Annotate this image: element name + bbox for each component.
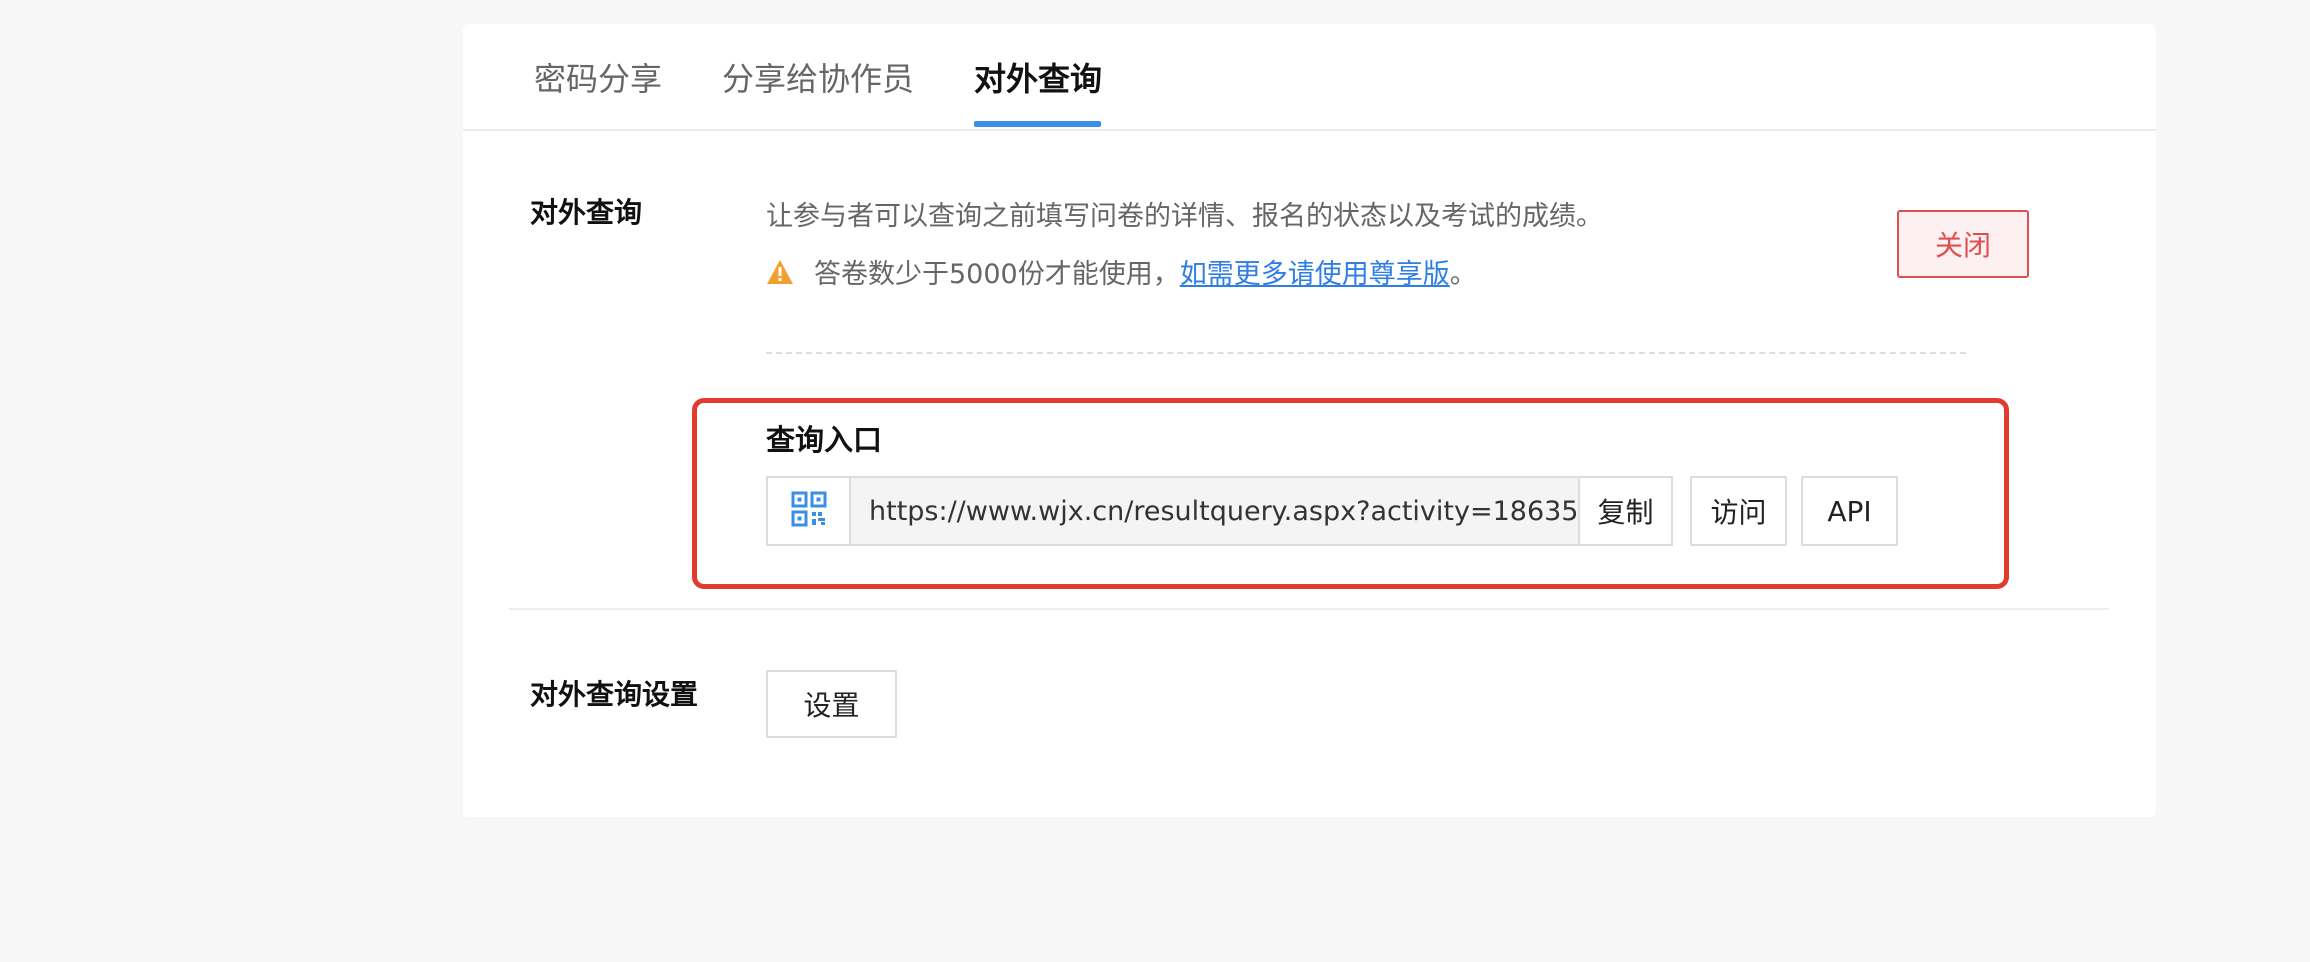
- copy-button[interactable]: 复制: [1578, 476, 1673, 546]
- upgrade-link[interactable]: 如需更多请使用尊享版: [1180, 252, 1450, 291]
- qr-code-icon: [791, 491, 827, 531]
- api-button[interactable]: API: [1801, 476, 1898, 546]
- warning-icon: [766, 259, 794, 285]
- settings-button[interactable]: 设置: [766, 670, 897, 738]
- external-query-title: 对外查询: [530, 196, 643, 229]
- query-entry-title: 查询入口: [766, 423, 883, 457]
- external-query-description: 让参与者可以查询之前填写问卷的详情、报名的状态以及考试的成绩。: [766, 201, 1603, 232]
- dashed-divider: [766, 352, 1966, 354]
- qr-code-button[interactable]: [766, 476, 851, 546]
- warning-tail: 。: [1449, 259, 1477, 290]
- warning-text: 答卷数少于5000份才能使用，: [814, 259, 1180, 290]
- tab-password-share[interactable]: 密码分享: [534, 54, 662, 129]
- share-card: 密码分享 分享给协作员 对外查询 对外查询 让参与者可以查询之前填写问卷的详情、…: [463, 24, 2156, 817]
- url-group: https://www.wjx.cn/resultquery.aspx?acti…: [766, 476, 1673, 546]
- warning-row: 答卷数少于5000份才能使用， 如需更多请使用尊享版 。: [766, 252, 1477, 291]
- tab-external-query[interactable]: 对外查询: [974, 54, 1102, 129]
- tab-bar: 密码分享 分享给协作员 对外查询: [463, 24, 2156, 131]
- tab-share-collaborator[interactable]: 分享给协作员: [722, 54, 914, 129]
- external-query-settings-title: 对外查询设置: [530, 678, 699, 711]
- close-button[interactable]: 关闭: [1897, 210, 2029, 278]
- query-url-field[interactable]: https://www.wjx.cn/resultquery.aspx?acti…: [851, 476, 1578, 546]
- section-divider: [509, 608, 2109, 610]
- visit-button[interactable]: 访问: [1690, 476, 1787, 546]
- active-tab-indicator: [974, 121, 1101, 127]
